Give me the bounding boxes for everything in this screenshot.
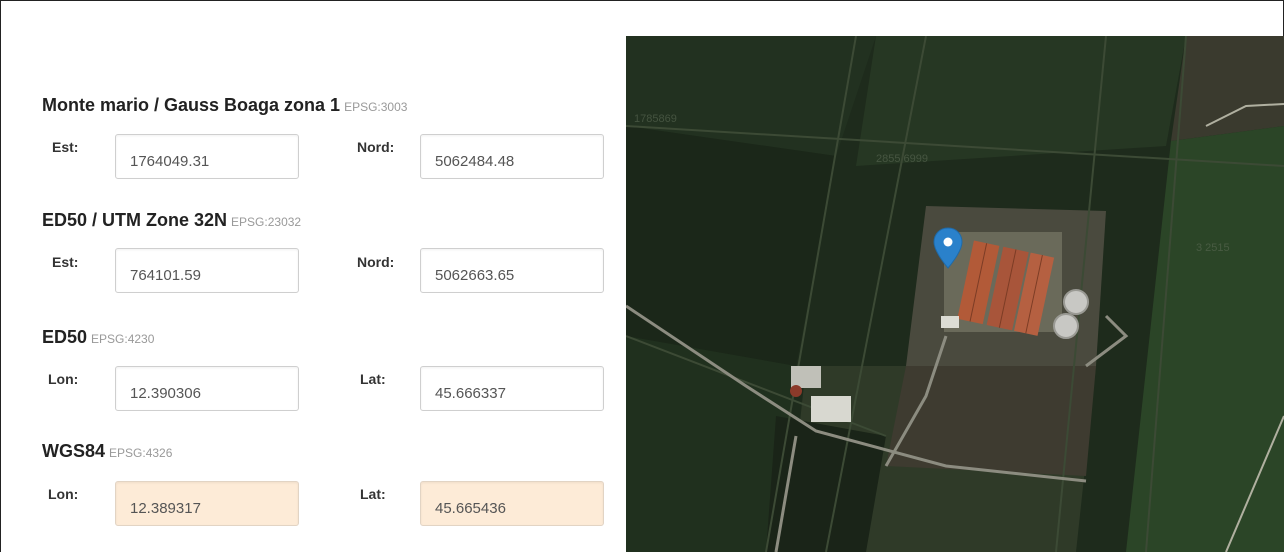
lon-label: Lon: — [48, 486, 79, 502]
group-title-ed50: ED50 EPSG:4230 — [42, 327, 154, 348]
epsg-code: EPSG:23032 — [231, 215, 302, 229]
lat-label: Lat: — [360, 371, 386, 387]
group-title-utm32n: ED50 / UTM Zone 32N EPSG:23032 — [42, 210, 301, 231]
svg-text:3 2515: 3 2515 — [1196, 242, 1230, 254]
group-title-wgs84: WGS84 EPSG:4326 — [42, 441, 172, 462]
lat-label: Lat: — [360, 486, 386, 502]
epsg-code: EPSG:3003 — [344, 100, 408, 114]
group-name: WGS84 — [42, 441, 106, 461]
nord-label: Nord: — [357, 254, 395, 270]
coordinates-panel: Monte mario / Gauss Boaga zona 1 EPSG:300… — [0, 0, 625, 552]
lat-input[interactable] — [420, 481, 604, 526]
nord-input[interactable] — [420, 248, 604, 293]
est-label: Est: — [52, 254, 79, 270]
satellite-imagery: 1785869 2855 6999 3 2515 — [626, 36, 1284, 552]
satellite-map[interactable]: 1785869 2855 6999 3 2515 — [626, 36, 1284, 552]
group-name: ED50 — [42, 327, 88, 347]
group-name: ED50 / UTM Zone 32N — [42, 210, 228, 230]
svg-text:2855 6999: 2855 6999 — [876, 153, 928, 165]
group-name: Monte mario / Gauss Boaga zona 1 — [42, 95, 341, 115]
lon-input[interactable] — [115, 481, 299, 526]
nord-input[interactable] — [420, 134, 604, 179]
est-input[interactable] — [115, 134, 299, 179]
est-label: Est: — [52, 139, 79, 155]
nord-label: Nord: — [357, 139, 395, 155]
est-input[interactable] — [115, 248, 299, 293]
group-title-gauss-boaga: Monte mario / Gauss Boaga zona 1 EPSG:300… — [42, 95, 407, 116]
lon-label: Lon: — [48, 371, 79, 387]
epsg-code: EPSG:4230 — [91, 332, 155, 346]
svg-text:1785869: 1785869 — [634, 113, 677, 125]
lon-input[interactable] — [115, 366, 299, 411]
epsg-code: EPSG:4326 — [109, 446, 173, 460]
lat-input[interactable] — [420, 366, 604, 411]
